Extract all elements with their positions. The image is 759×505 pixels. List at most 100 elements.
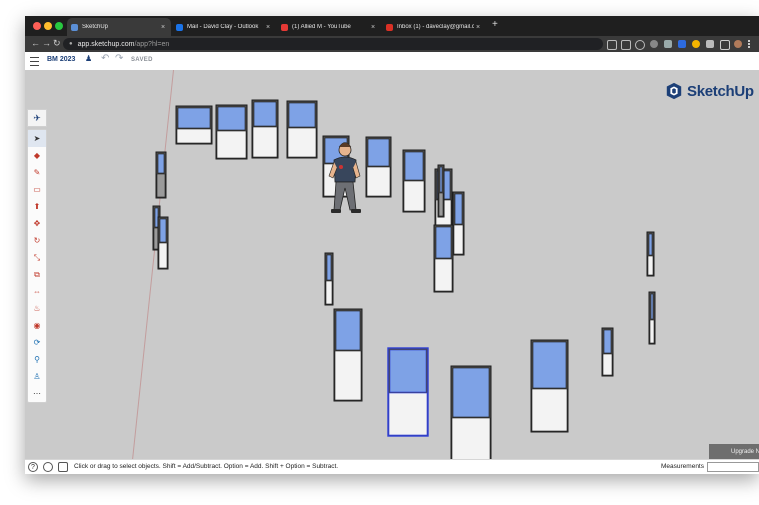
- eraser-tool-icon[interactable]: ◆: [28, 147, 46, 164]
- panel-glass[interactable]: [217, 106, 246, 131]
- minimize-window-button[interactable]: [44, 22, 52, 30]
- modeling-viewport[interactable]: SketchUp Upgrade N: [25, 70, 759, 459]
- undo-button[interactable]: ↶: [101, 53, 109, 64]
- panel-base[interactable]: [176, 128, 212, 144]
- pencil-tool-icon[interactable]: ✎: [28, 164, 46, 181]
- walk-tool-icon[interactable]: ♙: [28, 368, 46, 385]
- panel-base[interactable]: [158, 242, 168, 269]
- extension-multicolor-icon[interactable]: [692, 40, 700, 48]
- tab-sketchup[interactable]: SketchUp ×: [67, 18, 171, 36]
- install-app-icon[interactable]: [607, 40, 617, 50]
- extensions-puzzle-icon[interactable]: [706, 40, 714, 48]
- reload-button[interactable]: ↻: [53, 38, 61, 49]
- upgrade-button[interactable]: Upgrade N: [709, 444, 759, 459]
- panel-glass[interactable]: [326, 254, 332, 281]
- panel-base[interactable]: [287, 127, 317, 158]
- bookmark-star-icon[interactable]: [635, 40, 645, 50]
- panel-glass[interactable]: [367, 138, 390, 167]
- panel-glass[interactable]: [439, 166, 443, 193]
- panel-glass[interactable]: [603, 329, 612, 354]
- status-bar: ? Click or drag to select objects. Shift…: [25, 459, 759, 474]
- tape-measure-tool-icon[interactable]: ⇔: [28, 283, 46, 300]
- browser-window: SketchUp × Mail - David Clay - Outlook ×…: [25, 16, 759, 474]
- panel-base[interactable]: [602, 353, 613, 376]
- redo-button[interactable]: ↷: [115, 53, 123, 64]
- measurements-input[interactable]: [707, 462, 759, 472]
- panel-glass[interactable]: [335, 310, 361, 351]
- panel-glass[interactable]: [157, 153, 165, 174]
- panel-glass[interactable]: [159, 218, 167, 243]
- panel-glass[interactable]: [404, 151, 424, 181]
- panel-base[interactable]: [453, 224, 464, 255]
- panel-glass[interactable]: [650, 293, 654, 320]
- forward-button[interactable]: →: [42, 38, 51, 48]
- extension-gear-icon[interactable]: [650, 40, 658, 48]
- model-name[interactable]: BM 2023: [47, 56, 75, 63]
- scene-model[interactable]: [25, 70, 759, 459]
- close-tab-icon[interactable]: ×: [369, 24, 377, 31]
- panel-glass[interactable]: [532, 341, 567, 389]
- panel-glass[interactable]: [177, 107, 211, 129]
- close-tab-icon[interactable]: ×: [159, 24, 167, 31]
- close-window-button[interactable]: [33, 22, 41, 30]
- panel-ring[interactable]: [152, 99, 656, 459]
- help-icon[interactable]: ?: [28, 462, 38, 472]
- panel-glass[interactable]: [288, 102, 316, 128]
- sketchup-brand: SketchUp: [665, 82, 754, 100]
- profile-avatar-icon[interactable]: [734, 40, 742, 48]
- panel-base[interactable]: [438, 192, 444, 217]
- offset-tool-icon[interactable]: ⧉: [28, 266, 46, 283]
- extension-z-icon[interactable]: [678, 40, 686, 48]
- maximize-window-button[interactable]: [55, 22, 63, 30]
- globe-icon[interactable]: [43, 462, 53, 472]
- person-icon[interactable]: [58, 462, 68, 472]
- panel-base[interactable]: [451, 417, 491, 459]
- more-tools-icon[interactable]: ⋯: [28, 385, 46, 402]
- panel-glass[interactable]: [454, 193, 463, 225]
- panel-glass[interactable]: [253, 101, 277, 127]
- new-tab-button[interactable]: +: [492, 19, 498, 30]
- push-pull-tool-icon[interactable]: ⬆: [28, 198, 46, 215]
- close-tab-icon[interactable]: ×: [264, 24, 272, 31]
- panel-base[interactable]: [325, 280, 333, 305]
- text-tool-icon[interactable]: ◉: [28, 317, 46, 334]
- move-tool-icon[interactable]: ✥: [28, 215, 46, 232]
- panel-glass[interactable]: [648, 233, 653, 256]
- paint-bucket-tool-icon[interactable]: ♨: [28, 300, 46, 317]
- back-button[interactable]: ←: [31, 38, 40, 48]
- panel-base[interactable]: [334, 350, 362, 401]
- browser-menu-icon[interactable]: [748, 40, 752, 48]
- panel-base[interactable]: [531, 388, 568, 432]
- tab-gmail[interactable]: Inbox (1) - daveclay@gmail.co ×: [382, 18, 486, 36]
- panel-glass[interactable]: [389, 349, 427, 393]
- tab-youtube[interactable]: (1) Allied M - YouTube ×: [277, 18, 381, 36]
- sidebar-toggle-icon[interactable]: [720, 40, 730, 50]
- panel-glass[interactable]: [435, 226, 452, 259]
- measurements-label: Measurements: [661, 463, 704, 470]
- panel-base[interactable]: [216, 130, 247, 159]
- share-icon[interactable]: [621, 40, 631, 50]
- orbit-tool-icon[interactable]: ⟳: [28, 334, 46, 351]
- extension-grey-icon[interactable]: [664, 40, 672, 48]
- rectangle-tool-icon[interactable]: ▭: [28, 181, 46, 198]
- panel-base[interactable]: [156, 173, 166, 198]
- url-path: /app?hl=en: [134, 40, 170, 48]
- panel-base[interactable]: [388, 392, 428, 436]
- panel-base[interactable]: [434, 258, 453, 292]
- main-menu-icon[interactable]: [30, 57, 39, 66]
- panel-base[interactable]: [649, 319, 655, 344]
- panel-base[interactable]: [252, 126, 278, 158]
- scale-tool-icon[interactable]: ⤡: [28, 249, 46, 266]
- panel-base[interactable]: [403, 180, 425, 212]
- select-tool-icon[interactable]: ➤: [28, 130, 46, 147]
- panel-base[interactable]: [647, 255, 654, 276]
- tab-outlook[interactable]: Mail - David Clay - Outlook ×: [172, 18, 276, 36]
- close-tab-icon[interactable]: ×: [474, 24, 482, 31]
- collaborator-icon[interactable]: ♟: [85, 54, 92, 63]
- zoom-tool-icon[interactable]: ⚲: [28, 351, 46, 368]
- rotate-tool-icon[interactable]: ↻: [28, 232, 46, 249]
- panel-base[interactable]: [366, 166, 391, 197]
- panel-glass[interactable]: [452, 367, 490, 418]
- address-bar[interactable]: ● app.sketchup.com /app?hl=en: [63, 38, 603, 50]
- instructor-icon[interactable]: ✈: [27, 109, 47, 127]
